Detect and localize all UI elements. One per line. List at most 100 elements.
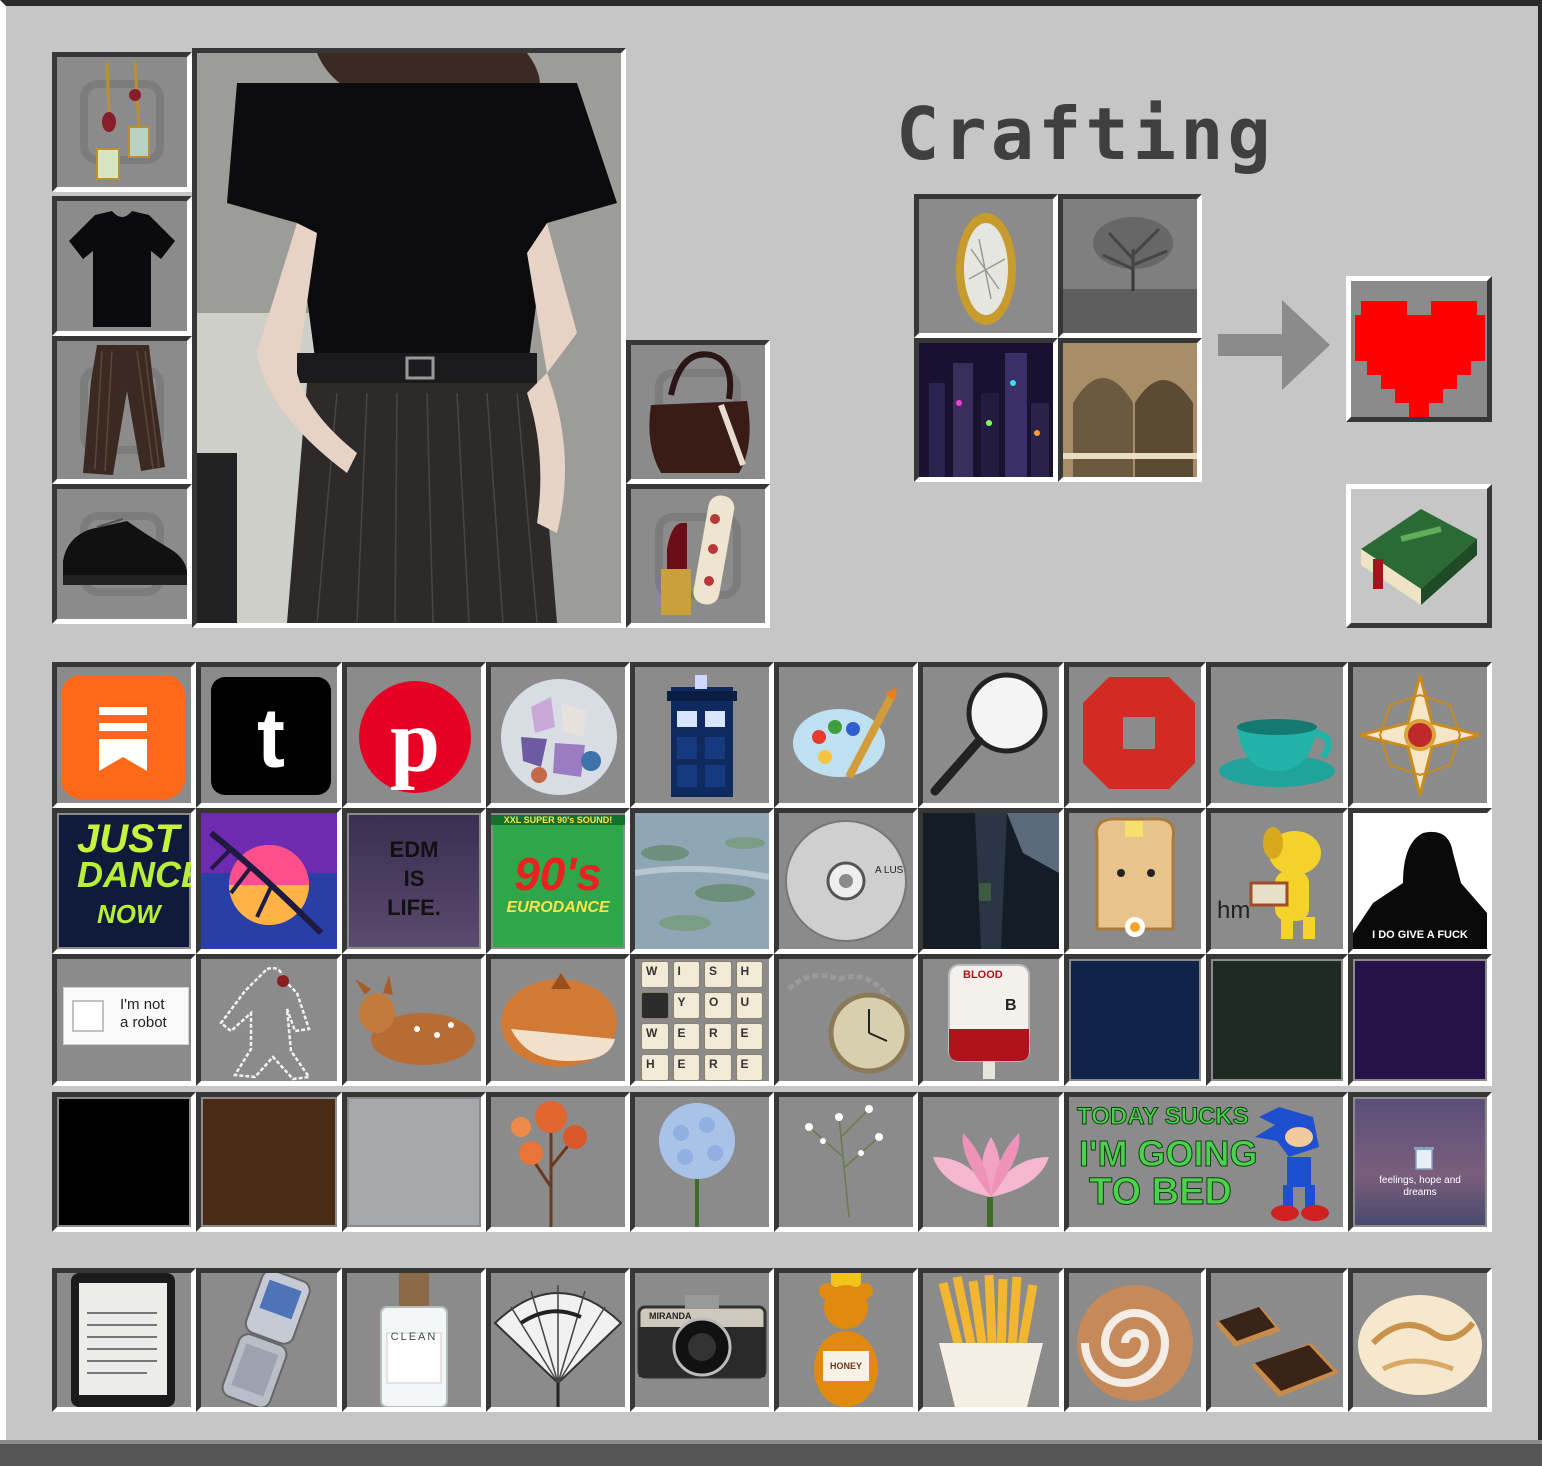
keycap-h: H	[735, 961, 763, 988]
craft-slot-2[interactable]	[1058, 194, 1202, 338]
inv-slot-1-3[interactable]: p	[342, 662, 486, 808]
grey-swatch	[349, 1099, 479, 1225]
kindle-icon	[71, 1273, 175, 1407]
inv-slot-1-7[interactable]	[918, 662, 1064, 808]
craft-slot-1[interactable]	[914, 194, 1058, 338]
perfume-label: CLEAN	[390, 1331, 438, 1343]
keycap-u: U	[735, 992, 763, 1019]
inv-slot-4-5[interactable]	[630, 1092, 774, 1232]
equip-slot-head[interactable]	[52, 52, 192, 192]
inv-slot-1-6[interactable]	[774, 662, 918, 808]
pocket-watch-icon	[787, 973, 910, 1074]
equip-slot-feet[interactable]	[52, 484, 192, 624]
inv-slot-3-1[interactable]: I'm not a robot	[52, 954, 196, 1086]
inv-slot-3-6[interactable]	[774, 954, 918, 1086]
sonic-icon	[1255, 1107, 1329, 1221]
keycap-y: Y	[672, 992, 700, 1019]
captcha-checkbox[interactable]	[72, 1000, 104, 1032]
hotbar-slot-2[interactable]	[196, 1268, 342, 1412]
hotbar-slot-5[interactable]: MIRANDA	[630, 1268, 774, 1412]
keycap-i: I	[672, 961, 700, 988]
inv-slot-1-8[interactable]	[1064, 662, 1206, 808]
inv-slot-2-4[interactable]: XXL SUPER 90's SOUND! 90's EURODANCE	[486, 808, 630, 954]
inv-slot-4-8[interactable]: TODAY SUCKS I'M GOING TO BED	[1064, 1092, 1348, 1232]
spider-lily-icon	[511, 1101, 587, 1227]
keycap-e: E	[735, 1054, 763, 1081]
substack-icon	[61, 675, 185, 799]
hotbar-slot-10[interactable]	[1348, 1268, 1492, 1412]
inv-slot-3-3[interactable]	[342, 954, 486, 1086]
inv-slot-1-4[interactable]	[486, 662, 630, 808]
water-lilies-icon	[635, 813, 769, 949]
inv-slot-3-5[interactable]: WISHYOUWEREHERE	[630, 954, 774, 1086]
inv-slot-3-8[interactable]	[1064, 954, 1206, 1086]
craft-slot-4[interactable]	[1058, 338, 1202, 482]
craft-arrow-icon	[1218, 300, 1330, 390]
inv-slot-4-7[interactable]	[918, 1092, 1064, 1232]
offhand-slot-1[interactable]	[626, 340, 770, 484]
inv-slot-2-3[interactable]: EDM IS LIFE.	[342, 808, 486, 954]
inv-slot-1-10[interactable]	[1348, 662, 1492, 808]
craft-slot-3[interactable]	[914, 338, 1058, 482]
inv-slot-2-10[interactable]: I DO GIVE A FUCK	[1348, 808, 1492, 954]
inv-slot-2-1[interactable]: JUST DANCE NOW	[52, 808, 196, 954]
inv-slot-4-6[interactable]	[774, 1092, 918, 1232]
hotbar-slot-4[interactable]	[486, 1268, 630, 1412]
craft-result-slot[interactable]	[1346, 276, 1492, 422]
trousers-icon	[83, 345, 165, 475]
equip-slot-legs[interactable]	[52, 336, 192, 484]
magnifier-icon	[930, 672, 1048, 796]
miranda-camera-icon	[637, 1295, 767, 1379]
dark-purple-swatch	[1355, 961, 1485, 1079]
inv-slot-3-9[interactable]	[1206, 954, 1348, 1086]
inv-slot-3-2[interactable]	[196, 954, 342, 1086]
inv-slot-2-8[interactable]	[1064, 808, 1206, 954]
inv-slot-4-10[interactable]: feelings, hope and dreams	[1348, 1092, 1492, 1232]
inv-slot-2-9[interactable]: hm	[1206, 808, 1348, 954]
fries-icon	[938, 1274, 1043, 1407]
hotbar-slot-3[interactable]: CLEAN	[342, 1268, 486, 1412]
recipe-book-button[interactable]	[1346, 484, 1492, 628]
inv-slot-4-3[interactable]	[342, 1092, 486, 1232]
inv-slot-4-2[interactable]	[196, 1092, 342, 1232]
edm-text: EDM IS LIFE.	[387, 837, 441, 920]
offhand-slot-2[interactable]	[626, 484, 770, 628]
inv-slot-3-10[interactable]	[1348, 954, 1492, 1086]
recipe-book-icon	[1361, 509, 1477, 605]
hotbar-slot-8[interactable]	[1064, 1268, 1206, 1412]
inv-slot-4-4[interactable]	[486, 1092, 630, 1232]
inv-slot-2-5[interactable]	[630, 808, 774, 954]
equip-slot-chest[interactable]	[52, 196, 192, 336]
inv-slot-2-2[interactable]	[196, 808, 342, 954]
chase-logo-icon	[1083, 677, 1195, 789]
inv-slot-1-9[interactable]	[1206, 662, 1348, 808]
inv-slot-1-2[interactable]: t	[196, 662, 342, 808]
hotbar-slot-6[interactable]: HONEY	[774, 1268, 918, 1412]
keycap-r: R	[704, 1023, 732, 1050]
today-sucks-line2: I'M GOING	[1079, 1133, 1259, 1175]
navy-swatch	[1071, 961, 1199, 1079]
hotbar-slot-7[interactable]	[918, 1268, 1064, 1412]
hotbar-slot-9[interactable]	[1206, 1268, 1348, 1412]
just-dance-line2: DANCE	[77, 854, 196, 895]
inv-slot-2-7[interactable]	[918, 808, 1064, 954]
panel-shadow	[0, 1440, 1542, 1466]
cinnamon-roll-icon	[1077, 1285, 1193, 1401]
hotbar-slot-1[interactable]	[52, 1268, 196, 1412]
honey-bear-icon	[814, 1273, 878, 1407]
teacup-icon	[1219, 719, 1335, 787]
eurodance-banner: XXL SUPER 90's SOUND!	[491, 815, 625, 825]
inv-slot-3-7[interactable]: BLOOD B	[918, 954, 1064, 1086]
just-dance-line1: JUST	[77, 817, 180, 861]
outfit-photo-icon	[197, 53, 621, 623]
eurodance-big: 90's	[514, 848, 602, 900]
inv-slot-1-1[interactable]	[52, 662, 196, 808]
today-sucks-line1: TODAY SUCKS	[1077, 1103, 1250, 1131]
inv-slot-3-4[interactable]	[486, 954, 630, 1086]
sleeping-fox-icon	[501, 973, 617, 1067]
inv-slot-4-1[interactable]	[52, 1092, 196, 1232]
inv-slot-1-5[interactable]	[630, 662, 774, 808]
inv-slot-2-6[interactable]: A LUS	[774, 808, 918, 954]
eurodance-sub: EURODANCE	[506, 899, 610, 916]
just-dance-line3: NOW	[97, 899, 161, 929]
